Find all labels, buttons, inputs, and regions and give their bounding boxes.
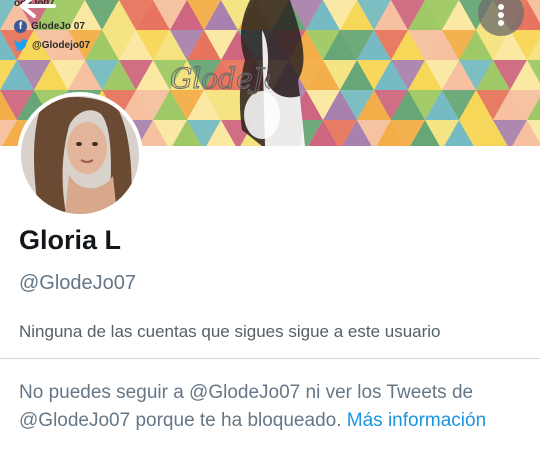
section-divider: [0, 358, 540, 359]
profile-handle: @GlodeJo07: [19, 272, 137, 294]
menu-dot-icon: [498, 4, 504, 10]
avatar-photo: [21, 96, 139, 214]
banner-twitter-text: @Glodejo07: [32, 39, 91, 51]
menu-dot-icon: [498, 12, 504, 18]
back-arrow-button[interactable]: [14, 0, 60, 24]
banner-twitter: @Glodejo07: [14, 39, 90, 51]
profile-avatar[interactable]: [17, 92, 143, 218]
avatar-portrait: [21, 96, 139, 214]
svg-text:GlodeJo: GlodeJo: [170, 62, 270, 95]
twitter-bird-icon: [14, 39, 28, 51]
blocked-notice: No puedes seguir a @GlodeJo07 ni ver los…: [19, 379, 524, 435]
more-info-link[interactable]: Más información: [347, 410, 486, 431]
profile-display-name: Gloria L: [19, 225, 122, 255]
followers-you-know-note: Ninguna de las cuentas que sigues sigue …: [19, 322, 441, 341]
menu-dot-icon: [498, 20, 504, 26]
banner-signature-logo: GlodeJo: [170, 62, 270, 96]
